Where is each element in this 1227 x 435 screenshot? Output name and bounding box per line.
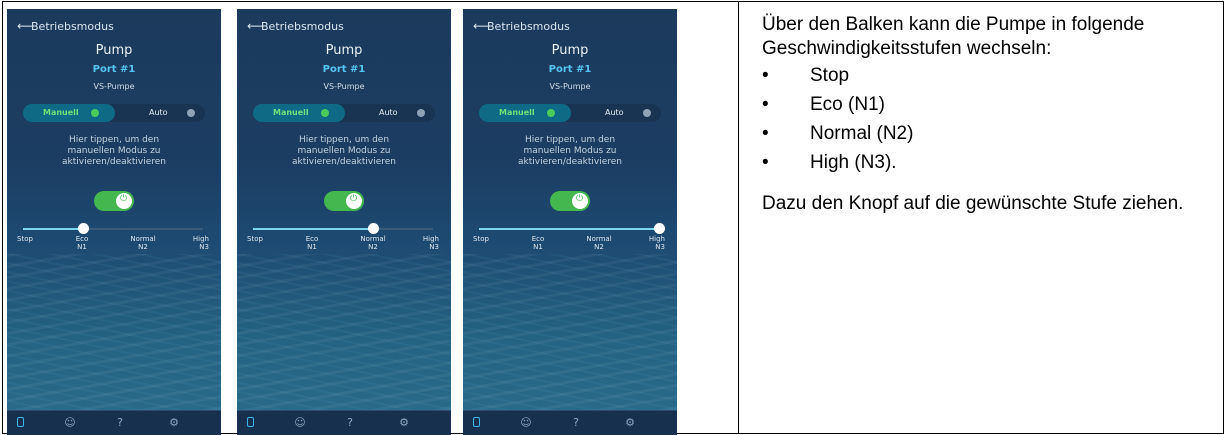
mode-switch[interactable]: Manuell Auto	[253, 104, 435, 122]
list-item: • Eco (N1)	[762, 94, 885, 115]
device-type: VS-Pumpe	[93, 82, 135, 91]
device-name: Pump	[325, 43, 363, 58]
hint-line: manuellen Modus zu	[67, 146, 161, 156]
mode-manual-label: Manuell	[43, 108, 79, 117]
back-button[interactable]: ⟵Betriebsmodus	[473, 19, 570, 33]
speed-label-stop: Stop	[473, 235, 489, 243]
speed-label-eco: Eco N1	[531, 235, 545, 251]
back-arrow-icon: ⟵	[473, 19, 491, 33]
speed-list: • Stop • Eco (N1) • Normal (N2) • High (N3).	[762, 61, 1212, 177]
hint-line: Hier tippen, um den	[524, 135, 616, 145]
phone-icon[interactable]	[473, 417, 480, 427]
manual-active-dot-icon	[91, 109, 99, 117]
app-screenshot: ⟵Betriebsmodus Pump Port #1 VS-Pumpe Man…	[463, 9, 677, 435]
port-label: Port #1	[322, 64, 366, 75]
speed-slider-fill	[23, 228, 83, 230]
help-icon[interactable]: ?	[343, 416, 357, 430]
description-outro: Dazu den Knopf auf die gewünschte Stufe …	[762, 193, 1184, 214]
manual-active-dot-icon	[321, 109, 329, 117]
speed-slider-thumb[interactable]	[78, 223, 89, 234]
bottom-nav: ☺? ⚙	[7, 410, 221, 435]
manual-mode-hint: Hier tippen, um den manuellen Modus zu akt…	[237, 135, 451, 168]
speed-label-eco: Eco N1	[305, 235, 319, 251]
settings-icon[interactable]: ⚙	[167, 416, 181, 430]
mode-auto-label[interactable]: Auto	[605, 108, 624, 117]
hint-line: aktivieren/deaktivieren	[291, 157, 396, 167]
manual-mode-toggle[interactable]	[94, 191, 134, 211]
back-button[interactable]: ⟵Betriebsmodus	[247, 19, 344, 33]
speed-label-high: High N3	[192, 235, 209, 251]
list-item: • Stop	[762, 65, 850, 86]
bottom-nav: ☺? ⚙	[463, 410, 677, 435]
speed-label-high: High N3	[422, 235, 439, 251]
description-intro: Über den Balken kann die Pumpe in folgen…	[762, 14, 1145, 59]
device-type: VS-Pumpe	[549, 82, 591, 91]
app-screenshot: ⟵Betriebsmodus Pump Port #1 VS-Pumpe Man…	[237, 9, 451, 435]
hint-line: manuellen Modus zu	[297, 146, 391, 156]
hint-line: Hier tippen, um den	[298, 135, 390, 145]
port-label: Port #1	[548, 64, 592, 75]
bottom-nav: ☺? ⚙	[237, 410, 451, 435]
pool-water-background	[463, 254, 677, 411]
power-icon	[116, 193, 132, 209]
pool-water-background	[7, 254, 221, 411]
help-icon[interactable]: ?	[569, 416, 583, 430]
back-arrow-icon: ⟵	[247, 19, 265, 33]
list-item: • High (N3).	[762, 152, 897, 173]
list-item: • Normal (N2)	[762, 123, 914, 144]
smiley-icon[interactable]: ☺	[293, 416, 307, 430]
speed-label-eco: Eco N1	[75, 235, 89, 251]
hint-line: aktivieren/deaktivieren	[517, 157, 622, 167]
settings-icon[interactable]: ⚙	[623, 416, 637, 430]
device-type: VS-Pumpe	[323, 82, 365, 91]
smiley-icon[interactable]: ☺	[519, 416, 533, 430]
back-button[interactable]: ⟵Betriebsmodus	[17, 19, 114, 33]
phone-icon[interactable]	[247, 417, 254, 427]
phone-icon[interactable]	[17, 417, 24, 427]
app-screenshot: ⟵Betriebsmodus Pump Port #1 VS-Pumpe Man…	[7, 9, 221, 435]
smiley-icon[interactable]: ☺	[63, 416, 77, 430]
speed-label-stop: Stop	[17, 235, 33, 243]
hint-line: aktivieren/deaktivieren	[61, 157, 166, 167]
manual-mode-hint: Hier tippen, um den manuellen Modus zu akt…	[463, 135, 677, 168]
manual-mode-toggle[interactable]	[324, 191, 364, 211]
hint-line: manuellen Modus zu	[523, 146, 617, 156]
speed-slider-thumb[interactable]	[654, 223, 665, 234]
help-icon[interactable]: ?	[113, 416, 127, 430]
speed-label-normal: Normal N2	[586, 235, 612, 251]
auto-dot-icon	[417, 109, 425, 117]
speed-slider-thumb[interactable]	[368, 223, 379, 234]
power-icon	[572, 193, 588, 209]
speed-slider-fill	[479, 228, 659, 230]
description-cell: Über den Balken kann die Pumpe in folgen…	[762, 13, 1212, 216]
pool-water-background	[237, 254, 451, 411]
speed-label-high: High N3	[648, 235, 665, 251]
mode-auto-label[interactable]: Auto	[149, 108, 168, 117]
mode-switch[interactable]: Manuell Auto	[479, 104, 661, 122]
device-name: Pump	[95, 43, 133, 58]
auto-dot-icon	[643, 109, 651, 117]
mode-switch[interactable]: Manuell Auto	[23, 104, 205, 122]
manual-mode-hint: Hier tippen, um den manuellen Modus zu akt…	[7, 135, 221, 168]
hint-line: Hier tippen, um den	[68, 135, 160, 145]
speed-label-normal: Normal N2	[130, 235, 156, 251]
speed-label-normal: Normal N2	[360, 235, 386, 251]
speed-slider-fill	[253, 228, 373, 230]
settings-icon[interactable]: ⚙	[397, 416, 411, 430]
mode-manual-label: Manuell	[499, 108, 535, 117]
power-icon	[346, 193, 362, 209]
mode-manual-label: Manuell	[273, 108, 309, 117]
speed-label-stop: Stop	[247, 235, 263, 243]
port-label: Port #1	[92, 64, 136, 75]
table-divider	[738, 1, 739, 434]
back-arrow-icon: ⟵	[17, 19, 35, 33]
mode-auto-label[interactable]: Auto	[379, 108, 398, 117]
manual-mode-toggle[interactable]	[550, 191, 590, 211]
manual-active-dot-icon	[547, 109, 555, 117]
auto-dot-icon	[187, 109, 195, 117]
device-name: Pump	[551, 43, 589, 58]
